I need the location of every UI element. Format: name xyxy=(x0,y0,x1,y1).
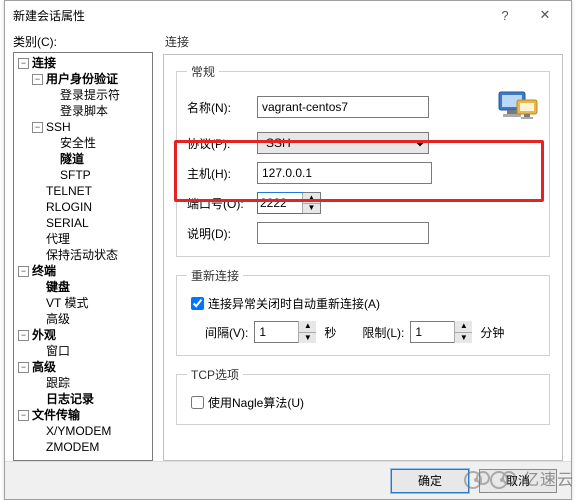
host-label: 主机(H): xyxy=(187,165,257,182)
tree-node-advanced[interactable]: −高级 xyxy=(14,359,152,375)
reconnect-legend: 重新连接 xyxy=(187,267,243,284)
session-properties-dialog: 新建会话属性 ? ✕ 类别(C): −连接 −用户身份验证 登录提示符 登录脚本… xyxy=(4,0,572,500)
tree-node-xymodem[interactable]: X/YMODEM xyxy=(14,423,152,439)
port-up-button[interactable]: ▲ xyxy=(303,193,320,204)
tree-node-tracking[interactable]: 跟踪 xyxy=(14,375,152,391)
name-input[interactable] xyxy=(257,96,429,118)
collapse-icon[interactable]: − xyxy=(32,74,43,85)
tree-node-login-prompt[interactable]: 登录提示符 xyxy=(14,87,152,103)
nagle-label: 使用Nagle算法(U) xyxy=(208,394,304,411)
general-fieldset: 常规 名称(N): xyxy=(176,63,550,257)
tree-node-rlogin[interactable]: RLOGIN xyxy=(14,199,152,215)
port-stepper[interactable]: ▲ ▼ xyxy=(257,192,321,214)
tree-node-login-script[interactable]: 登录脚本 xyxy=(14,103,152,119)
tree-node-serial[interactable]: SERIAL xyxy=(14,215,152,231)
desc-input[interactable] xyxy=(257,222,429,244)
tree-node-proxy[interactable]: 代理 xyxy=(14,231,152,247)
tree-node-file-transfer[interactable]: −文件传输 xyxy=(14,407,152,423)
collapse-icon[interactable]: − xyxy=(32,122,43,133)
monitor-icon xyxy=(497,90,539,124)
protocol-label: 协议(P): xyxy=(187,135,257,152)
collapse-icon[interactable]: − xyxy=(18,330,29,341)
tree-node-window[interactable]: 窗口 xyxy=(14,343,152,359)
port-label: 端口号(O): xyxy=(187,195,257,212)
collapse-icon[interactable]: − xyxy=(18,266,29,277)
tree-node-logging[interactable]: 日志记录 xyxy=(14,391,152,407)
interval-stepper[interactable]: ▲▼ xyxy=(254,321,318,343)
tcp-legend: TCP选项 xyxy=(187,366,243,383)
tree-node-ssh[interactable]: −SSH xyxy=(14,119,152,135)
name-label: 名称(N): xyxy=(187,99,257,116)
tree-node-zmodem[interactable]: ZMODEM xyxy=(14,439,152,455)
window-title: 新建会话属性 xyxy=(13,7,485,24)
interval-input[interactable] xyxy=(254,321,298,343)
tree-node-sftp[interactable]: SFTP xyxy=(14,167,152,183)
tree-node-user-auth[interactable]: −用户身份验证 xyxy=(14,71,152,87)
nagle-checkbox[interactable] xyxy=(191,396,204,409)
seconds-label: 秒 xyxy=(324,324,336,341)
close-button[interactable]: ✕ xyxy=(525,4,565,26)
minutes-label: 分钟 xyxy=(480,324,504,341)
port-input[interactable] xyxy=(258,193,302,213)
tree-node-security[interactable]: 安全性 xyxy=(14,135,152,151)
tree-node-connection[interactable]: −连接 xyxy=(14,55,152,71)
close-icon: ✕ xyxy=(540,7,551,23)
limit-down-button[interactable]: ▼ xyxy=(455,333,472,344)
ok-button[interactable]: 确定 xyxy=(391,469,469,493)
interval-label: 间隔(V): xyxy=(205,324,248,341)
limit-input[interactable] xyxy=(410,321,454,343)
limit-label: 限制(L): xyxy=(362,324,404,341)
titlebar[interactable]: 新建会话属性 ? ✕ xyxy=(5,1,571,29)
protocol-select[interactable]: SSH xyxy=(257,132,429,154)
connection-panel: 常规 名称(N): xyxy=(163,54,563,461)
limit-stepper[interactable]: ▲▼ xyxy=(410,321,474,343)
tree-node-telnet[interactable]: TELNET xyxy=(14,183,152,199)
category-label: 类别(C): xyxy=(13,33,153,50)
host-input[interactable] xyxy=(257,162,432,184)
limit-up-button[interactable]: ▲ xyxy=(455,321,472,333)
tree-node-keepalive[interactable]: 保持活动状态 xyxy=(14,247,152,263)
tree-node-keyboard[interactable]: 键盘 xyxy=(14,279,152,295)
collapse-icon[interactable]: − xyxy=(18,362,29,373)
auto-reconnect-checkbox[interactable] xyxy=(191,297,204,310)
interval-down-button[interactable]: ▼ xyxy=(299,333,316,344)
help-button[interactable]: ? xyxy=(485,4,525,26)
port-down-button[interactable]: ▼ xyxy=(303,204,320,214)
tree-node-appearance[interactable]: −外观 xyxy=(14,327,152,343)
collapse-icon[interactable]: − xyxy=(18,58,29,69)
help-icon: ? xyxy=(501,8,508,23)
reconnect-fieldset: 重新连接 连接异常关闭时自动重新连接(A) 间隔(V): ▲▼ 秒 限制(L xyxy=(176,267,550,356)
general-legend: 常规 xyxy=(187,63,219,80)
tcp-fieldset: TCP选项 使用Nagle算法(U) xyxy=(176,366,550,425)
tree-node-vt-mode[interactable]: VT 模式 xyxy=(14,295,152,311)
cancel-button[interactable]: 取消 xyxy=(479,469,557,493)
interval-up-button[interactable]: ▲ xyxy=(299,321,316,333)
collapse-icon[interactable]: − xyxy=(18,410,29,421)
category-tree[interactable]: −连接 −用户身份验证 登录提示符 登录脚本 −SSH 安全性 隧道 SFTP … xyxy=(13,52,153,461)
auto-reconnect-label: 连接异常关闭时自动重新连接(A) xyxy=(208,295,380,312)
tree-node-tunnel[interactable]: 隧道 xyxy=(14,151,152,167)
panel-title: 连接 xyxy=(165,33,563,50)
tree-node-term-advanced[interactable]: 高级 xyxy=(14,311,152,327)
tree-node-terminal[interactable]: −终端 xyxy=(14,263,152,279)
desc-label: 说明(D): xyxy=(187,225,257,242)
dialog-footer: 确定 取消 xyxy=(5,461,571,499)
